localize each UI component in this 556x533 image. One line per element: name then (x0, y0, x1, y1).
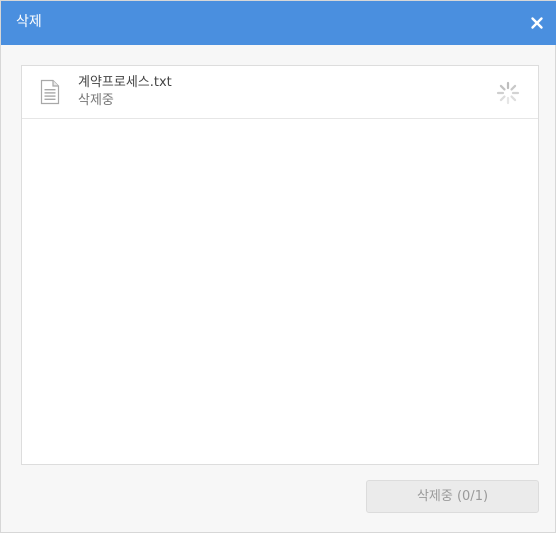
close-icon[interactable] (529, 15, 545, 31)
document-icon (40, 79, 60, 105)
file-list: 계약프로세스.txt 삭제중 (21, 65, 539, 465)
dialog-title: 삭제 (16, 14, 42, 30)
file-name: 계약프로세스.txt (78, 75, 172, 90)
file-status: 삭제중 (78, 93, 114, 108)
delete-dialog: 삭제 계약프로세스.txt 삭제중 삭제중 (0/1) (0, 0, 556, 533)
file-list-item: 계약프로세스.txt 삭제중 (22, 66, 538, 119)
loading-spinner-icon (496, 81, 520, 105)
dialog-titlebar: 삭제 (1, 1, 556, 45)
deleting-progress-button[interactable]: 삭제중 (0/1) (366, 480, 539, 513)
